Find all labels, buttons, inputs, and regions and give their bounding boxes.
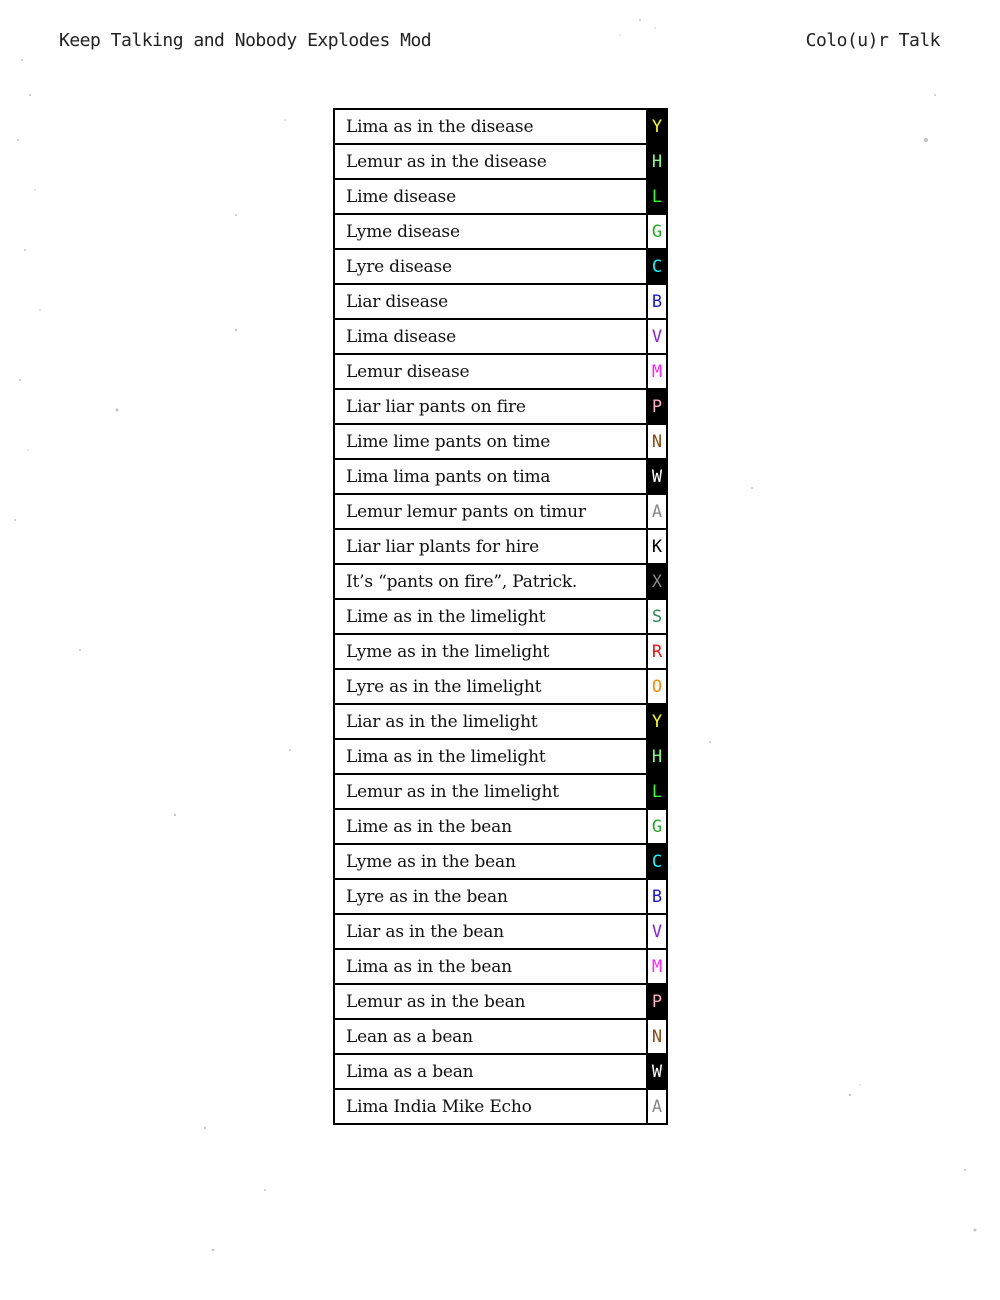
color-code-cell: M bbox=[646, 948, 668, 985]
table-row: Lima as in the bean M bbox=[333, 948, 668, 985]
table-row: Lima lima pants on tima W bbox=[333, 458, 668, 495]
color-code-cell: Y bbox=[646, 108, 668, 145]
color-code-cell: G bbox=[646, 808, 668, 845]
phrase-cell: Liar liar pants on fire bbox=[333, 388, 648, 425]
table-row: Lyre as in the bean B bbox=[333, 878, 668, 915]
color-code-cell: X bbox=[646, 563, 668, 600]
phrase-cell: Lima as in the disease bbox=[333, 108, 648, 145]
table-row: Lemur as in the disease H bbox=[333, 143, 668, 180]
phrase-cell: Lemur lemur pants on timur bbox=[333, 493, 648, 530]
table-row: Lean as a bean N bbox=[333, 1018, 668, 1055]
phrase-table: Lima as in the disease Y Lemur as in the d… bbox=[333, 108, 668, 1125]
phrase-cell: Lemur as in the limelight bbox=[333, 773, 648, 810]
table-row: Lime lime pants on time N bbox=[333, 423, 668, 460]
color-code-cell: K bbox=[646, 528, 668, 565]
color-code-cell: S bbox=[646, 598, 668, 635]
phrase-cell: Lyre as in the bean bbox=[333, 878, 648, 915]
phrase-cell: Lima as in the bean bbox=[333, 948, 648, 985]
phrase-cell: Lemur disease bbox=[333, 353, 648, 390]
table-row: Lime as in the limelight S bbox=[333, 598, 668, 635]
phrase-cell: Lyre as in the limelight bbox=[333, 668, 648, 705]
color-code-cell: H bbox=[646, 143, 668, 180]
phrase-cell: It’s “pants on fire”, Patrick. bbox=[333, 563, 648, 600]
color-code-cell: H bbox=[646, 738, 668, 775]
phrase-cell: Lyme disease bbox=[333, 213, 648, 250]
phrase-cell: Liar liar plants for hire bbox=[333, 528, 648, 565]
color-code-cell: N bbox=[646, 423, 668, 460]
phrase-cell: Lime disease bbox=[333, 178, 648, 215]
phrase-cell: Lemur as in the bean bbox=[333, 983, 648, 1020]
table-row: Lemur disease M bbox=[333, 353, 668, 390]
table-row: Lima India Mike Echo A bbox=[333, 1088, 668, 1125]
table-row: Lemur as in the limelight L bbox=[333, 773, 668, 810]
color-code-cell: L bbox=[646, 178, 668, 215]
color-code-cell: R bbox=[646, 633, 668, 670]
color-code-cell: Y bbox=[646, 703, 668, 740]
phrase-cell: Lyre disease bbox=[333, 248, 648, 285]
phrase-cell: Lean as a bean bbox=[333, 1018, 648, 1055]
color-code-cell: P bbox=[646, 388, 668, 425]
table-row: Lime disease L bbox=[333, 178, 668, 215]
table-row: Lima as in the disease Y bbox=[333, 108, 668, 145]
header-module-source: Keep Talking and Nobody Explodes Mod bbox=[59, 30, 432, 51]
phrase-table-body: Lima as in the disease Y Lemur as in the d… bbox=[333, 108, 668, 1125]
table-row: Lyre disease C bbox=[333, 248, 668, 285]
color-code-cell: N bbox=[646, 1018, 668, 1055]
table-row: It’s “pants on fire”, Patrick. X bbox=[333, 563, 668, 600]
table-row: Lyme as in the limelight R bbox=[333, 633, 668, 670]
phrase-cell: Liar as in the limelight bbox=[333, 703, 648, 740]
color-code-cell: W bbox=[646, 458, 668, 495]
color-code-cell: B bbox=[646, 878, 668, 915]
color-code-cell: V bbox=[646, 913, 668, 950]
table-row: Liar liar pants on fire P bbox=[333, 388, 668, 425]
table-row: Lemur as in the bean P bbox=[333, 983, 668, 1020]
table-row: Lima as in the limelight H bbox=[333, 738, 668, 775]
table-row: Lyme disease G bbox=[333, 213, 668, 250]
phrase-cell: Lima India Mike Echo bbox=[333, 1088, 648, 1125]
table-row: Lyre as in the limelight O bbox=[333, 668, 668, 705]
color-code-cell: A bbox=[646, 493, 668, 530]
table-row: Liar liar plants for hire K bbox=[333, 528, 668, 565]
color-code-cell: C bbox=[646, 248, 668, 285]
color-code-cell: L bbox=[646, 773, 668, 810]
table-row: Lyme as in the bean C bbox=[333, 843, 668, 880]
table-row: Liar disease B bbox=[333, 283, 668, 320]
table-row: Liar as in the limelight Y bbox=[333, 703, 668, 740]
header-module-title: Colo(u)r Talk bbox=[805, 30, 941, 51]
phrase-cell: Liar as in the bean bbox=[333, 913, 648, 950]
phrase-cell: Lime as in the limelight bbox=[333, 598, 648, 635]
color-code-cell: G bbox=[646, 213, 668, 250]
color-code-cell: B bbox=[646, 283, 668, 320]
phrase-cell: Lime lime pants on time bbox=[333, 423, 648, 460]
color-code-cell: C bbox=[646, 843, 668, 880]
phrase-cell: Lemur as in the disease bbox=[333, 143, 648, 180]
phrase-cell: Lima disease bbox=[333, 318, 648, 355]
phrase-cell: Lima as in the limelight bbox=[333, 738, 648, 775]
color-code-cell: V bbox=[646, 318, 668, 355]
phrase-cell: Lima lima pants on tima bbox=[333, 458, 648, 495]
table-row: Lima as a bean W bbox=[333, 1053, 668, 1090]
color-code-cell: M bbox=[646, 353, 668, 390]
color-code-cell: W bbox=[646, 1053, 668, 1090]
phrase-cell: Liar disease bbox=[333, 283, 648, 320]
phrase-cell: Lyme as in the bean bbox=[333, 843, 648, 880]
phrase-cell: Lyme as in the limelight bbox=[333, 633, 648, 670]
table-row: Liar as in the bean V bbox=[333, 913, 668, 950]
color-code-cell: O bbox=[646, 668, 668, 705]
table-row: Lemur lemur pants on timur A bbox=[333, 493, 668, 530]
phrase-cell: Lima as a bean bbox=[333, 1053, 648, 1090]
table-row: Lime as in the bean G bbox=[333, 808, 668, 845]
phrase-cell: Lime as in the bean bbox=[333, 808, 648, 845]
color-code-cell: P bbox=[646, 983, 668, 1020]
table-row: Lima disease V bbox=[333, 318, 668, 355]
color-code-cell: A bbox=[646, 1088, 668, 1125]
